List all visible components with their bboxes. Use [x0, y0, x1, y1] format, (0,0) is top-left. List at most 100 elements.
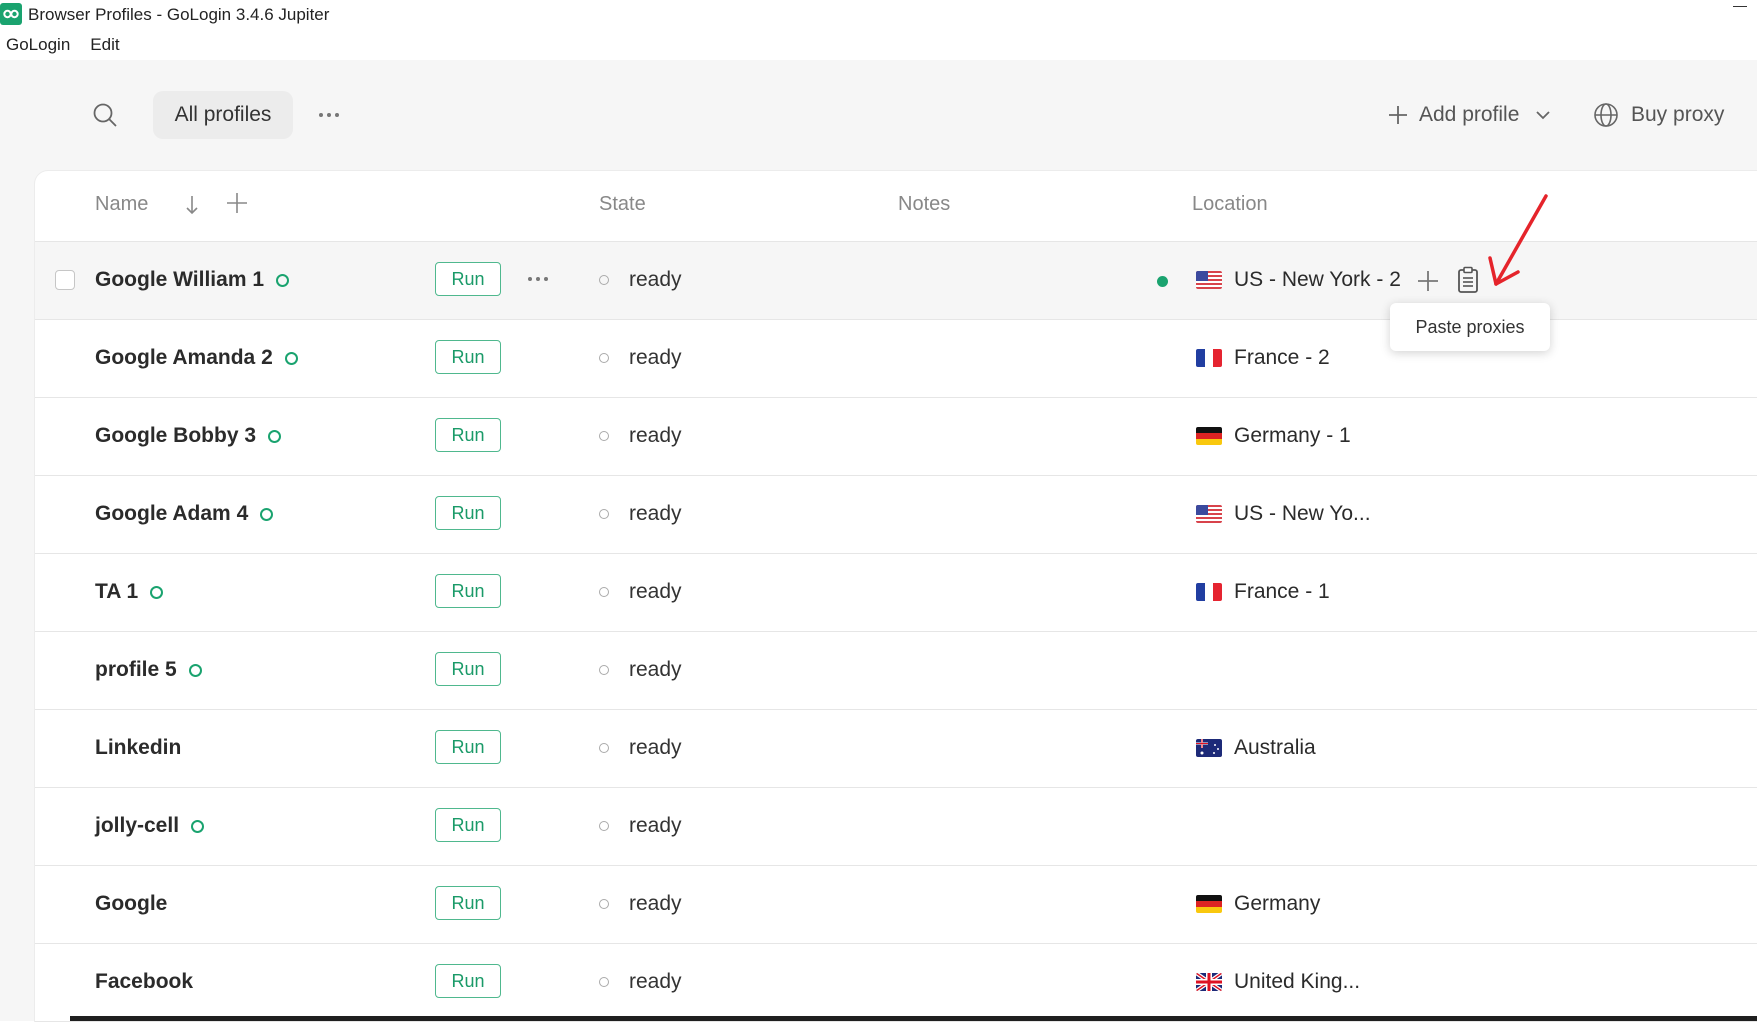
profile-name[interactable]: Google William 1	[95, 268, 290, 292]
profile-state: ready	[599, 892, 682, 916]
run-button[interactable]: Run	[435, 418, 501, 452]
run-button[interactable]: Run	[435, 730, 501, 764]
location-text: Australia	[1234, 736, 1316, 759]
table-row[interactable]: profile 5 Run ready	[35, 632, 1757, 710]
state-ring-icon	[599, 899, 609, 909]
state-ring-icon	[599, 977, 609, 987]
chevron-down-icon[interactable]	[1533, 105, 1553, 125]
location-text: US - New York - 2	[1234, 268, 1401, 291]
profile-name-text: profile 5	[95, 658, 177, 681]
table-row[interactable]: TA 1 Run ready France - 1	[35, 554, 1757, 632]
state-text: ready	[629, 502, 682, 525]
menu-edit[interactable]: Edit	[78, 32, 127, 58]
sort-down-icon[interactable]	[183, 193, 201, 217]
status-ring-icon	[150, 585, 164, 599]
profile-state: ready	[599, 658, 682, 682]
menu-gologin[interactable]: GoLogin	[0, 32, 78, 58]
profile-location[interactable]: Australia	[1196, 736, 1316, 760]
run-button[interactable]: Run	[435, 262, 501, 296]
profile-state: ready	[599, 502, 682, 526]
profile-name[interactable]: jolly-cell	[95, 814, 205, 838]
horizontal-scrollbar[interactable]	[70, 1016, 1757, 1021]
run-button[interactable]: Run	[435, 340, 501, 374]
state-ring-icon	[599, 743, 609, 753]
flag-gb-icon	[1196, 973, 1222, 991]
profile-state: ready	[599, 814, 682, 838]
profile-name[interactable]: Facebook	[95, 970, 193, 994]
profile-location[interactable]: US - New Yo...	[1196, 502, 1371, 526]
column-location[interactable]: Location	[1192, 193, 1268, 216]
profile-name-text: Google Amanda 2	[95, 346, 273, 369]
add-profile-button[interactable]: Add profile	[1387, 98, 1553, 132]
column-name[interactable]: Name	[95, 193, 148, 216]
tab-all-profiles[interactable]: All profiles	[153, 91, 293, 139]
profile-name[interactable]: TA 1	[95, 580, 164, 604]
flag-fr-icon	[1196, 349, 1222, 367]
table-row[interactable]: Google Run ready Germany	[35, 866, 1757, 944]
state-ring-icon	[599, 821, 609, 831]
flag-de-icon	[1196, 895, 1222, 913]
profile-name[interactable]: Google Amanda 2	[95, 346, 298, 370]
status-ring-icon	[268, 429, 282, 443]
minimize-icon[interactable]	[1733, 6, 1747, 7]
add-column-icon[interactable]	[225, 191, 249, 215]
run-button[interactable]: Run	[435, 496, 501, 530]
profile-name-text: Google Adam 4	[95, 502, 249, 525]
table-row[interactable]: Google Bobby 3 Run ready Germany - 1	[35, 398, 1757, 476]
table-row[interactable]: Google Adam 4 Run ready US - New Yo...	[35, 476, 1757, 554]
profile-name[interactable]: profile 5	[95, 658, 202, 682]
profile-name[interactable]: Google Bobby 3	[95, 424, 282, 448]
menu-bar: GoLogin Edit	[0, 32, 128, 58]
table-row[interactable]: Linkedin Run ready Australia	[35, 710, 1757, 788]
profile-location[interactable]: US - New York - 2	[1196, 268, 1401, 292]
state-text: ready	[629, 424, 682, 447]
row-checkbox[interactable]	[55, 270, 75, 290]
profile-location[interactable]: France - 2	[1196, 346, 1330, 370]
state-text: ready	[629, 892, 682, 915]
profile-name[interactable]: Linkedin	[95, 736, 181, 760]
run-button[interactable]: Run	[435, 964, 501, 998]
search-icon[interactable]	[92, 102, 118, 128]
profile-state: ready	[599, 970, 682, 994]
status-ring-icon	[188, 663, 202, 677]
column-state[interactable]: State	[599, 193, 646, 216]
profile-location[interactable]: Germany	[1196, 892, 1320, 916]
profile-name-text: Google Bobby 3	[95, 424, 257, 447]
state-text: ready	[629, 268, 682, 291]
state-text: ready	[629, 346, 682, 369]
run-button[interactable]: Run	[435, 886, 501, 920]
state-ring-icon	[599, 353, 609, 363]
state-text: ready	[629, 814, 682, 837]
profile-name[interactable]: Google	[95, 892, 167, 916]
profile-name-text: Google	[95, 892, 168, 915]
location-text: Germany	[1234, 892, 1321, 915]
paste-proxies-icon[interactable]	[1455, 266, 1481, 294]
column-notes[interactable]: Notes	[898, 193, 950, 216]
location-text: US - New Yo...	[1234, 502, 1371, 525]
row-more-icon[interactable]	[525, 268, 551, 290]
profile-location[interactable]: France - 1	[1196, 580, 1330, 604]
add-proxy-icon[interactable]	[1415, 268, 1441, 294]
run-button[interactable]: Run	[435, 652, 501, 686]
location-text: United King...	[1234, 970, 1361, 993]
state-ring-icon	[599, 275, 609, 285]
state-text: ready	[629, 736, 682, 759]
more-horizontal-icon[interactable]	[316, 102, 342, 128]
profile-name[interactable]: Google Adam 4	[95, 502, 274, 526]
gologin-logo-icon	[0, 3, 22, 25]
table-row[interactable]: jolly-cell Run ready	[35, 788, 1757, 866]
run-button[interactable]: Run	[435, 808, 501, 842]
flag-us-icon	[1196, 271, 1222, 289]
flag-us-icon	[1196, 505, 1222, 523]
table-row[interactable]: Facebook Run ready United King...	[35, 944, 1757, 1022]
status-ring-icon	[191, 819, 205, 833]
profile-state: ready	[599, 424, 682, 448]
buy-proxy-button[interactable]: Buy proxy	[1593, 98, 1724, 132]
profile-state: ready	[599, 346, 682, 370]
run-button[interactable]: Run	[435, 574, 501, 608]
profile-location[interactable]: Germany - 1	[1196, 424, 1351, 448]
state-ring-icon	[599, 587, 609, 597]
table-body: Google William 1 Run ready US - New York - …	[35, 242, 1757, 1022]
profile-location[interactable]: United King...	[1196, 970, 1360, 994]
location-text: France - 1	[1234, 580, 1330, 603]
